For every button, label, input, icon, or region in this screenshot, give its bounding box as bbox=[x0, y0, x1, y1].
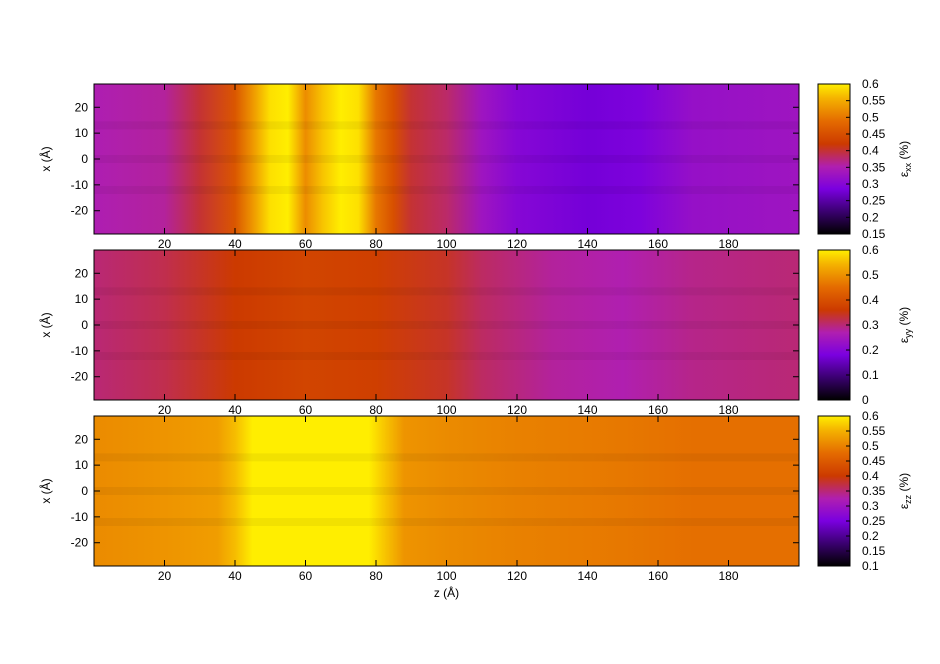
colorbar-tick-label: 0.15 bbox=[862, 227, 886, 241]
colorbar-tick-label: 0.3 bbox=[862, 318, 879, 332]
x-axis-label: z (Å) bbox=[434, 585, 459, 600]
y-tick-label: -10 bbox=[71, 510, 89, 524]
y-tick-label: 0 bbox=[81, 318, 88, 332]
x-tick-label: 180 bbox=[718, 403, 738, 417]
colorbar-label: εxx (%) bbox=[897, 141, 913, 177]
y-tick-label: -20 bbox=[71, 370, 89, 384]
colorbar-tick-label: 0.35 bbox=[862, 484, 886, 498]
y-tick-label: 0 bbox=[81, 152, 88, 166]
colorbar-tick-label: 0.4 bbox=[862, 144, 879, 158]
heatmap-texture-band bbox=[94, 518, 799, 527]
x-tick-label: 60 bbox=[299, 569, 313, 583]
colorbar-label: εyy (%) bbox=[897, 307, 913, 343]
y-tick-label: 20 bbox=[75, 266, 89, 280]
x-tick-label: 160 bbox=[648, 403, 668, 417]
y-tick-label: -20 bbox=[71, 204, 89, 218]
strain-heatmap-figure: 20 40 60 80 100 120 140 160 18020100-10-20x (Å)0… bbox=[38, 77, 913, 600]
y-axis-label: x (Å) bbox=[38, 146, 53, 171]
colorbar-tick-label: 0.5 bbox=[862, 439, 879, 453]
x-tick-label: 180 bbox=[718, 237, 738, 251]
heatmap-texture-band bbox=[94, 155, 799, 163]
colorbar-tick-label: 0.4 bbox=[862, 293, 879, 307]
colorbar-tick-label: 0.2 bbox=[862, 210, 879, 224]
y-tick-label: 10 bbox=[75, 126, 89, 140]
x-tick-label: 160 bbox=[648, 569, 668, 583]
colorbar-tick-label: 0.2 bbox=[862, 343, 879, 357]
x-tick-label: 40 bbox=[228, 569, 242, 583]
y-tick-label: 10 bbox=[75, 458, 89, 472]
x-tick-label: 120 bbox=[507, 237, 527, 251]
x-tick-label: 100 bbox=[436, 569, 456, 583]
y-axis-label: x (Å) bbox=[38, 312, 53, 337]
x-tick-label: 140 bbox=[577, 569, 597, 583]
y-axis-label: x (Å) bbox=[38, 478, 53, 503]
x-tick-label: 120 bbox=[507, 403, 527, 417]
colorbar-exx bbox=[817, 83, 851, 235]
y-tick-label: 0 bbox=[81, 484, 88, 498]
y-tick-label: -10 bbox=[71, 344, 89, 358]
x-tick-label: 180 bbox=[718, 569, 738, 583]
colorbar-tick-label: 0.45 bbox=[862, 127, 886, 141]
heatmap-texture-band bbox=[94, 321, 799, 329]
colorbar-tick-label: 0.25 bbox=[862, 194, 886, 208]
colorbar-tick-label: 0.1 bbox=[862, 559, 879, 573]
colorbar-label-unit: (%) bbox=[897, 473, 911, 495]
colorbar-tick-label: 0.3 bbox=[862, 499, 879, 513]
colorbar-ezz bbox=[817, 415, 851, 567]
colorbar-label-unit: (%) bbox=[897, 307, 911, 329]
colorbar-tick-label: 0.15 bbox=[862, 544, 886, 558]
x-tick-label: 80 bbox=[369, 403, 383, 417]
colorbar-tick-label: 0.6 bbox=[862, 409, 879, 423]
x-tick-label: 100 bbox=[436, 237, 456, 251]
x-tick-label: 80 bbox=[369, 569, 383, 583]
x-tick-label: 60 bbox=[299, 237, 313, 251]
colorbar-tick-label: 0.1 bbox=[862, 368, 879, 382]
y-tick-label: -10 bbox=[71, 178, 89, 192]
x-tick-label: 120 bbox=[507, 569, 527, 583]
colorbar-tick-label: 0.6 bbox=[862, 77, 879, 91]
colorbar-tick-label: 0.2 bbox=[862, 529, 879, 543]
heatmap-texture-band bbox=[94, 487, 799, 495]
heatmap-texture-band bbox=[94, 453, 799, 462]
x-tick-label: 20 bbox=[158, 569, 172, 583]
x-tick-label: 80 bbox=[369, 237, 383, 251]
heatmap-texture-band bbox=[94, 352, 799, 361]
colorbar-tick-label: 0.5 bbox=[862, 110, 879, 124]
x-tick-label: 140 bbox=[577, 403, 597, 417]
colorbar-tick-label: 0.25 bbox=[862, 514, 886, 528]
colorbar-eyy bbox=[817, 249, 851, 401]
x-tick-label: 40 bbox=[228, 403, 242, 417]
x-tick-label: 60 bbox=[299, 403, 313, 417]
colorbar-tick-label: 0.3 bbox=[862, 177, 879, 191]
colorbar-tick-label: 0.45 bbox=[862, 454, 886, 468]
y-tick-label: -20 bbox=[71, 536, 89, 550]
colorbar-tick-label: 0.55 bbox=[862, 94, 886, 108]
heatmap-texture-band bbox=[94, 186, 799, 195]
x-tick-label: 100 bbox=[436, 403, 456, 417]
colorbar-tick-label: 0.5 bbox=[862, 268, 879, 282]
x-tick-label: 140 bbox=[577, 237, 597, 251]
y-tick-label: 20 bbox=[75, 100, 89, 114]
colorbar-tick-label: 0.55 bbox=[862, 424, 886, 438]
heatmap-texture-band bbox=[94, 287, 799, 296]
x-tick-label: 20 bbox=[158, 403, 172, 417]
x-tick-label: 20 bbox=[158, 237, 172, 251]
y-tick-label: 10 bbox=[75, 292, 89, 306]
colorbar-tick-label: 0.35 bbox=[862, 160, 886, 174]
x-tick-label: 40 bbox=[228, 237, 242, 251]
y-tick-label: 20 bbox=[75, 432, 89, 446]
colorbar-label: εzz (%) bbox=[897, 473, 913, 509]
x-tick-label: 160 bbox=[648, 237, 668, 251]
colorbar-tick-label: 0.4 bbox=[862, 469, 879, 483]
heatmap-texture-band bbox=[94, 121, 799, 130]
colorbar-tick-label: 0.6 bbox=[862, 243, 879, 257]
colorbar-label-unit: (%) bbox=[897, 141, 911, 163]
colorbar-tick-label: 0 bbox=[862, 393, 869, 407]
